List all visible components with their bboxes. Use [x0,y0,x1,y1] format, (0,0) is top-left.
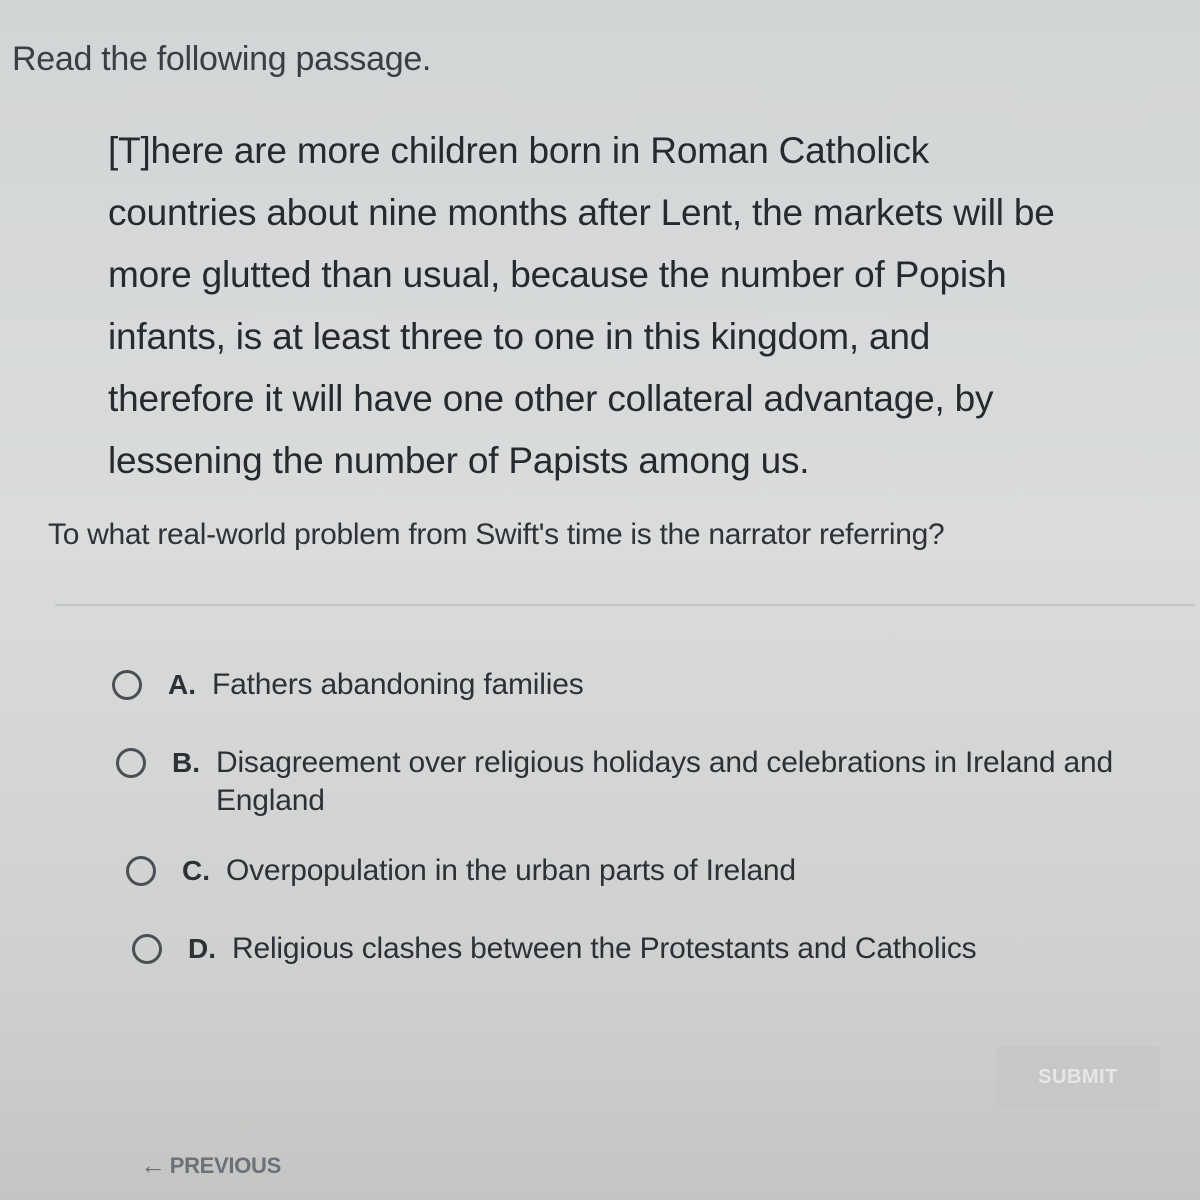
previous-label: PREVIOUS [169,1152,282,1178]
choice-text: Overpopulation in the urban parts of Ire… [226,854,796,887]
submit-button[interactable]: SUBMIT [996,1046,1160,1108]
choice-c[interactable]: C. Overpopulation in the urban parts of … [126,852,796,890]
choice-letter: D. [188,933,216,964]
radio-icon[interactable] [132,934,162,964]
choice-b[interactable]: B. Disagreement over religious holidays … [116,744,1176,820]
question-text: To what real-world problem from Swift's … [48,518,945,551]
choice-letter: C. [182,855,210,886]
passage-line: therefore it will have one other collate… [108,378,994,419]
radio-icon[interactable] [126,856,156,886]
choice-d[interactable]: D. Religious clashes between the Protest… [132,930,977,968]
choice-letter: B. [172,747,200,778]
divider [55,604,1195,606]
passage-line: [T]here are more children born in Roman … [108,130,930,171]
passage-line: countries about nine months after Lent, … [108,192,1055,233]
instruction-text: Read the following passage. [12,40,432,78]
radio-icon[interactable] [116,748,146,778]
choice-text: Fathers abandoning families [212,668,584,701]
passage-line: more glutted than usual, because the num… [108,254,1007,295]
passage-block: [T]here are more children born in Roman … [108,120,1168,492]
quiz-screen: Read the following passage. [T]here are … [0,0,1200,1200]
radio-icon[interactable] [112,670,142,700]
choice-text: Disagreement over religious holidays and… [216,746,1113,817]
arrow-left-icon: ← [140,1150,166,1180]
choice-letter: A. [168,669,196,700]
choice-a[interactable]: A. Fathers abandoning families [112,666,584,704]
choice-text: Religious clashes between the Protestant… [232,932,977,965]
previous-button[interactable]: ← PREVIOUS [140,1150,281,1181]
passage-line: lessening the number of Papists among us… [108,440,810,481]
passage-line: infants, is at least three to one in thi… [108,316,931,357]
